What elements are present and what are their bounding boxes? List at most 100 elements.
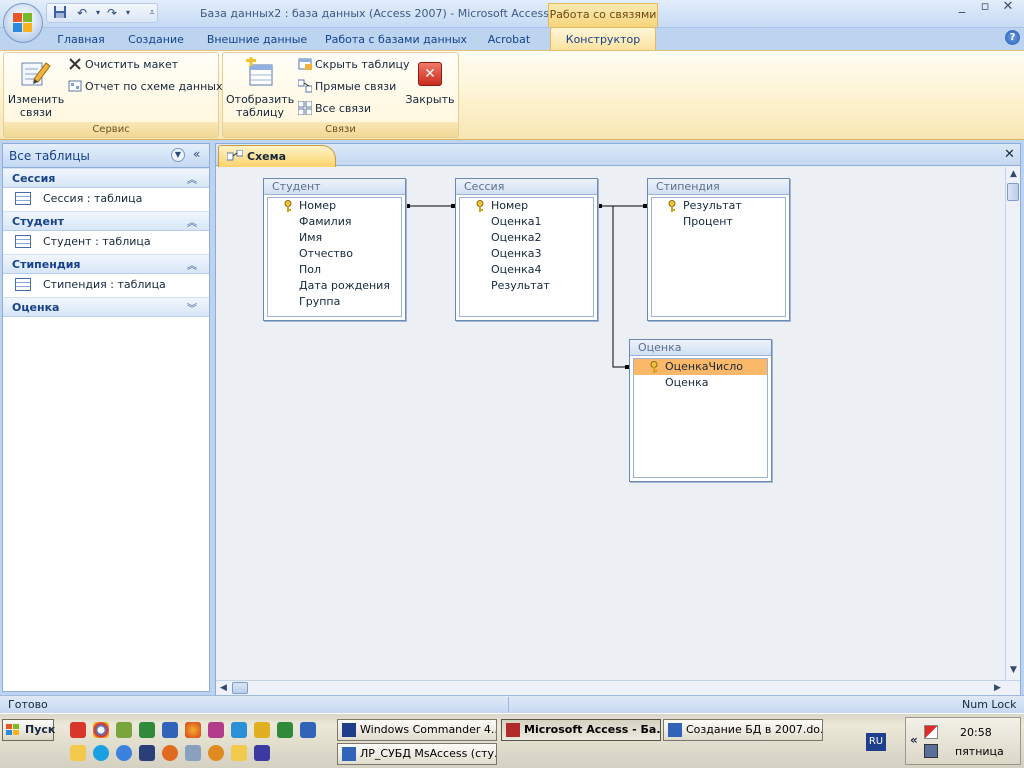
redo-icon[interactable]: ↷ (104, 5, 120, 21)
scroll-left-icon[interactable]: ◀ (216, 681, 231, 696)
field-row[interactable]: Оценка2 (460, 230, 593, 246)
scroll-down-icon[interactable]: ▼ (1006, 663, 1021, 678)
nav-item-stipend-table[interactable]: Стипендия : таблица (3, 274, 209, 296)
clear-layout-button[interactable]: Очистить макет (68, 56, 178, 74)
scroll-up-icon[interactable]: ▲ (1006, 167, 1021, 182)
word-icon[interactable] (162, 722, 178, 738)
horizontal-scrollbar[interactable]: ◀ ▶ (216, 680, 1020, 695)
app-icon[interactable] (208, 745, 224, 761)
antivirus-icon[interactable] (924, 725, 938, 739)
field-row[interactable]: Пол (268, 262, 401, 278)
acrobat-icon[interactable] (70, 722, 86, 738)
restore-button[interactable]: ▫ (974, 0, 996, 14)
app-icon[interactable] (254, 745, 270, 761)
tab-external-data[interactable]: Внешние данные (200, 30, 314, 50)
firefox-icon[interactable] (185, 722, 201, 738)
tray-expand-icon[interactable]: « (910, 733, 918, 747)
field-row[interactable]: Процент (652, 214, 785, 230)
nav-group-stipend[interactable]: Стипендия ︽ (3, 254, 209, 274)
office-button[interactable] (3, 3, 43, 43)
nav-collapse-icon[interactable]: « (193, 147, 200, 161)
folder-icon[interactable] (70, 745, 86, 761)
field-row[interactable]: Номер (268, 198, 401, 214)
table-box-grade[interactable]: Оценка ОценкаЧисло Оценка (629, 339, 772, 482)
field-row[interactable]: Результат (460, 278, 593, 294)
field-row[interactable]: Фамилия (268, 214, 401, 230)
clock-time[interactable]: 20:58 (960, 726, 992, 739)
report-icon (68, 79, 82, 93)
nav-menu-dropdown-icon[interactable]: ▼ (171, 148, 185, 162)
nav-group-session[interactable]: Сессия ︽ (3, 168, 209, 188)
network-icon[interactable] (924, 744, 938, 758)
vertical-scrollbar[interactable]: ▲ ▼ (1005, 167, 1020, 680)
app-icon[interactable] (208, 722, 224, 738)
field-row[interactable]: Оценка1 (460, 214, 593, 230)
excel-icon[interactable] (139, 722, 155, 738)
table-title[interactable]: Сессия (456, 179, 597, 195)
task-button-windows-commander[interactable]: Windows Commander 4.... (337, 719, 497, 741)
field-row[interactable]: Оценка3 (460, 246, 593, 262)
field-row[interactable]: Дата рождения (268, 278, 401, 294)
field-row[interactable]: Оценка (634, 375, 767, 391)
horizontal-scroll-thumb[interactable] (232, 682, 248, 694)
app-icon[interactable] (139, 745, 155, 761)
field-row[interactable]: Группа (268, 294, 401, 310)
tab-database-tools[interactable]: Работа с базами данных (322, 30, 470, 50)
help-icon[interactable]: ? (1005, 30, 1020, 45)
task-button-lr-doc[interactable]: ЛР_СУБД MsAccess (сту... (337, 743, 497, 765)
field-row[interactable]: Номер (460, 198, 593, 214)
word-icon[interactable] (300, 722, 316, 738)
undo-icon[interactable]: ↶ (74, 5, 90, 21)
chrome-icon[interactable] (93, 722, 109, 738)
task-button-word-doc[interactable]: Создание БД в 2007.do... (663, 719, 823, 741)
browser-icon[interactable] (231, 722, 247, 738)
save-icon[interactable] (52, 5, 68, 21)
app-icon[interactable] (162, 745, 178, 761)
vertical-scroll-thumb[interactable] (1007, 183, 1019, 201)
table-title[interactable]: Стипендия (648, 179, 789, 195)
field-row[interactable]: Оценка4 (460, 262, 593, 278)
table-title[interactable]: Студент (264, 179, 405, 195)
app-icon[interactable] (254, 722, 270, 738)
field-row-selected[interactable]: ОценкаЧисло (634, 359, 767, 375)
tab-design[interactable]: Конструктор (550, 27, 656, 51)
app-icon[interactable] (116, 722, 132, 738)
nav-item-session-table[interactable]: Сессия : таблица (3, 188, 209, 210)
redo-dropdown-icon[interactable]: ▾ (120, 5, 136, 21)
language-indicator[interactable]: RU (866, 733, 886, 751)
nav-group-grade[interactable]: Оценка ︾ (3, 297, 209, 317)
relationship-report-button[interactable]: Отчет по схеме данных (68, 78, 222, 96)
table-title[interactable]: Оценка (630, 340, 771, 356)
app-icon[interactable] (185, 745, 201, 761)
field-row[interactable]: Результат (652, 198, 785, 214)
close-relations-button[interactable]: Закрыть (404, 93, 456, 106)
edit-relations-button[interactable]: Изменить связи (6, 93, 66, 119)
table-box-student[interactable]: Студент Номер Фамилия Имя Отчество Пол Д… (263, 178, 406, 321)
show-table-button[interactable]: Отобразить таблицу (226, 93, 294, 119)
nav-item-student-table[interactable]: Студент : таблица (3, 231, 209, 253)
tab-acrobat[interactable]: Acrobat (478, 30, 540, 50)
excel-icon[interactable] (277, 722, 293, 738)
scroll-right-icon[interactable]: ▶ (990, 681, 1005, 696)
table-box-session[interactable]: Сессия Номер Оценка1 Оценка2 Оценка3 Оце… (455, 178, 598, 321)
field-row[interactable]: Отчество (268, 246, 401, 262)
close-window-button[interactable]: ✕ (997, 0, 1019, 14)
nav-group-student[interactable]: Студент ︽ (3, 211, 209, 231)
ie-icon[interactable] (116, 745, 132, 761)
task-button-access[interactable]: Microsoft Access - Ба... (501, 719, 661, 741)
skype-icon[interactable] (93, 745, 109, 761)
close-document-icon[interactable]: ✕ (1004, 147, 1015, 162)
primary-key-icon (284, 200, 292, 212)
hide-table-button[interactable]: Скрыть таблицу (298, 56, 410, 74)
document-tab-relationships[interactable]: Схема данных (218, 145, 336, 176)
tab-home[interactable]: Главная (50, 30, 112, 50)
tab-create[interactable]: Создание (120, 30, 192, 50)
folder-icon[interactable] (231, 745, 247, 761)
direct-relations-button[interactable]: Прямые связи (297, 78, 396, 96)
field-row[interactable]: Имя (268, 230, 401, 246)
minimize-button[interactable]: _ (951, 0, 973, 14)
all-relations-button[interactable]: Все связи (297, 100, 371, 118)
table-box-stipend[interactable]: Стипендия Результат Процент (647, 178, 790, 321)
nav-title[interactable]: Все таблицы (9, 149, 90, 163)
customize-qat-icon[interactable]: ⩡ (144, 5, 160, 21)
